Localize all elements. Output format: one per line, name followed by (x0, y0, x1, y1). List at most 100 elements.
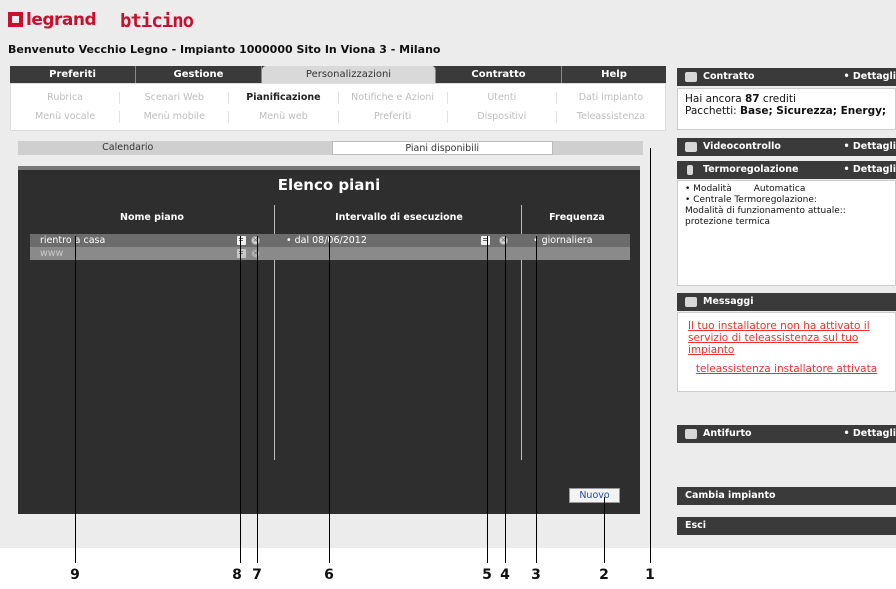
legrand-logo: legrand (8, 10, 97, 30)
plan-name[interactable]: rientro a casa (40, 234, 105, 247)
tab-piani-disponibili[interactable]: Piani disponibili (331, 141, 553, 155)
sub-item-scenari-web[interactable]: Scenari Web (120, 92, 230, 104)
edit-icon[interactable] (237, 249, 246, 258)
tab-preferiti[interactable]: Preferiti (10, 66, 136, 83)
callout-line (240, 236, 241, 563)
termo-current-mode-value: protezione termica (685, 217, 770, 227)
message-link[interactable]: teleassistenza installatore attivata (688, 363, 885, 375)
section-tabs: Calendario Piani disponibili (18, 141, 643, 155)
esci-button[interactable]: Esci (677, 517, 896, 535)
sub-item-preferiti[interactable]: Preferiti (339, 111, 448, 123)
legrand-logo-mark (8, 12, 23, 27)
sub-item-menu-mobile[interactable]: Menù mobile (120, 111, 230, 123)
callout-number: 2 (599, 567, 609, 583)
termo-mode-label: • Modalità (685, 184, 732, 194)
antifurto-details-link[interactable]: • Dettagli (843, 425, 896, 443)
sub-item-menu-web[interactable]: Menù web (229, 111, 339, 123)
thermometer-icon (687, 165, 693, 175)
termo-mode-line: • Modalità Automatica (685, 184, 888, 195)
callout-line (75, 236, 76, 563)
welcome-text: Benvenuto Vecchio Legno - Impianto 10000… (8, 43, 441, 56)
credits-prefix: Hai ancora (685, 93, 745, 105)
delete-icon[interactable]: × (251, 236, 260, 245)
sub-item-notifiche[interactable]: Notifiche e Azioni (339, 92, 448, 104)
sub-item-teleassistenza[interactable]: Teleassistenza (557, 111, 665, 123)
table-row[interactable]: www × (30, 247, 630, 260)
lock-icon (685, 429, 697, 439)
messaggi-box: Il tuo installatore non ha attivato il s… (677, 312, 896, 392)
videocontrollo-header: Videocontrollo • Dettagli (677, 138, 896, 156)
callout-number: 8 (232, 567, 242, 583)
plan-name[interactable]: www (40, 247, 63, 260)
tab-personalizzazioni[interactable]: Personalizzazioni (262, 66, 436, 83)
legrand-logo-text: legrand (26, 10, 97, 30)
plan-interval: • dal 08/06/2012 (286, 235, 367, 246)
delete-interval-icon[interactable]: × (499, 236, 508, 245)
column-header-frequenza: Frequenza (549, 212, 605, 223)
callout-line (650, 148, 651, 563)
callout-line (487, 236, 488, 563)
delete-icon[interactable]: × (251, 249, 260, 258)
sub-item-rubrica[interactable]: Rubrica (11, 92, 121, 104)
callout-number: 9 (70, 567, 80, 583)
credits-suffix: crediti (759, 93, 796, 105)
callout-line (604, 497, 605, 563)
videocontrollo-title: Videocontrollo (703, 141, 781, 152)
contratto-title: Contratto (703, 71, 755, 82)
contratto-header: Contratto • Dettagli (677, 68, 896, 86)
callout-line (505, 236, 506, 563)
sub-menu-row: Menù vocale Menù mobile Menù web Preferi… (11, 111, 665, 123)
plans-title: Elenco piani (277, 176, 381, 194)
termo-central-label: • Centrale Termoregolazione: (685, 195, 817, 205)
envelope-icon (685, 297, 697, 307)
sub-item-menu-vocale[interactable]: Menù vocale (11, 111, 121, 123)
antifurto-header: Antifurto • Dettagli (677, 425, 896, 443)
packages-line: Pacchetti: Base; Sicurezza; Energy; (685, 105, 888, 117)
tab-help[interactable]: Help (562, 66, 666, 83)
callout-number: 6 (324, 567, 334, 583)
edit-interval-icon[interactable] (481, 236, 490, 245)
sub-item-dispositivi[interactable]: Dispositivi (448, 111, 557, 123)
table-row[interactable]: rientro a casa × • dal 08/06/2012 × • gi… (30, 234, 630, 247)
termoregolazione-title: Termoregolazione (703, 164, 799, 175)
plan-frequency: • giornaliera (533, 235, 593, 246)
messaggi-header: Messaggi (677, 293, 896, 311)
column-header-intervallo: Intervallo di esecuzione (335, 212, 463, 223)
main-tabs: Preferiti Gestione Personalizzazioni Con… (10, 66, 666, 83)
contratto-details-link[interactable]: • Dettagli (843, 68, 896, 86)
callout-number: 3 (531, 567, 541, 583)
termoregolazione-box: • Modalità Automatica • Centrale Termoreg… (677, 180, 896, 286)
callout-line (536, 236, 537, 563)
callout-line (257, 236, 258, 563)
tab-contratto[interactable]: Contratto (436, 66, 562, 83)
sub-item-utenti[interactable]: Utenti (448, 92, 557, 104)
tab-gestione[interactable]: Gestione (136, 66, 262, 83)
bticino-logo: bticino (120, 10, 194, 32)
credits-value: 87 (744, 93, 760, 105)
cambia-impianto-button[interactable]: Cambia impianto (677, 487, 896, 505)
contract-icon (685, 72, 697, 82)
sub-menu: Rubrica Scenari Web Pianificazione Notif… (10, 83, 666, 131)
callout-number: 5 (482, 567, 492, 583)
callout-number: 1 (645, 567, 655, 583)
callout-line (329, 236, 330, 563)
edit-icon[interactable] (237, 236, 246, 245)
message-link[interactable]: Il tuo installatore non ha attivato il s… (688, 320, 885, 356)
termoregolazione-header: Termoregolazione • Dettagli (677, 161, 896, 179)
new-plan-button[interactable]: Nuovo (569, 488, 620, 503)
sub-item-dati-impianto[interactable]: Dati impianto (557, 92, 665, 104)
packages-prefix: Pacchetti: (685, 105, 740, 117)
messaggi-title: Messaggi (703, 296, 754, 307)
videocontrollo-details-link[interactable]: • Dettagli (843, 138, 896, 156)
callout-number: 7 (252, 567, 262, 583)
app-window: legrand bticino Benvenuto Vecchio Legno … (0, 0, 896, 548)
camera-icon (685, 142, 697, 152)
credits-line: Hai ancora 87 crediti (685, 93, 888, 105)
callout-number: 4 (500, 567, 510, 583)
tab-calendario[interactable]: Calendario (18, 141, 238, 155)
termoregolazione-details-link[interactable]: • Dettagli (843, 161, 896, 179)
column-header-nome: Nome piano (120, 212, 184, 223)
termo-mode-value: Automatica (753, 184, 806, 194)
sub-item-pianificazione[interactable]: Pianificazione (229, 92, 339, 104)
termo-current-mode-label: Modalità di funzionamento attuale:: (685, 206, 846, 216)
